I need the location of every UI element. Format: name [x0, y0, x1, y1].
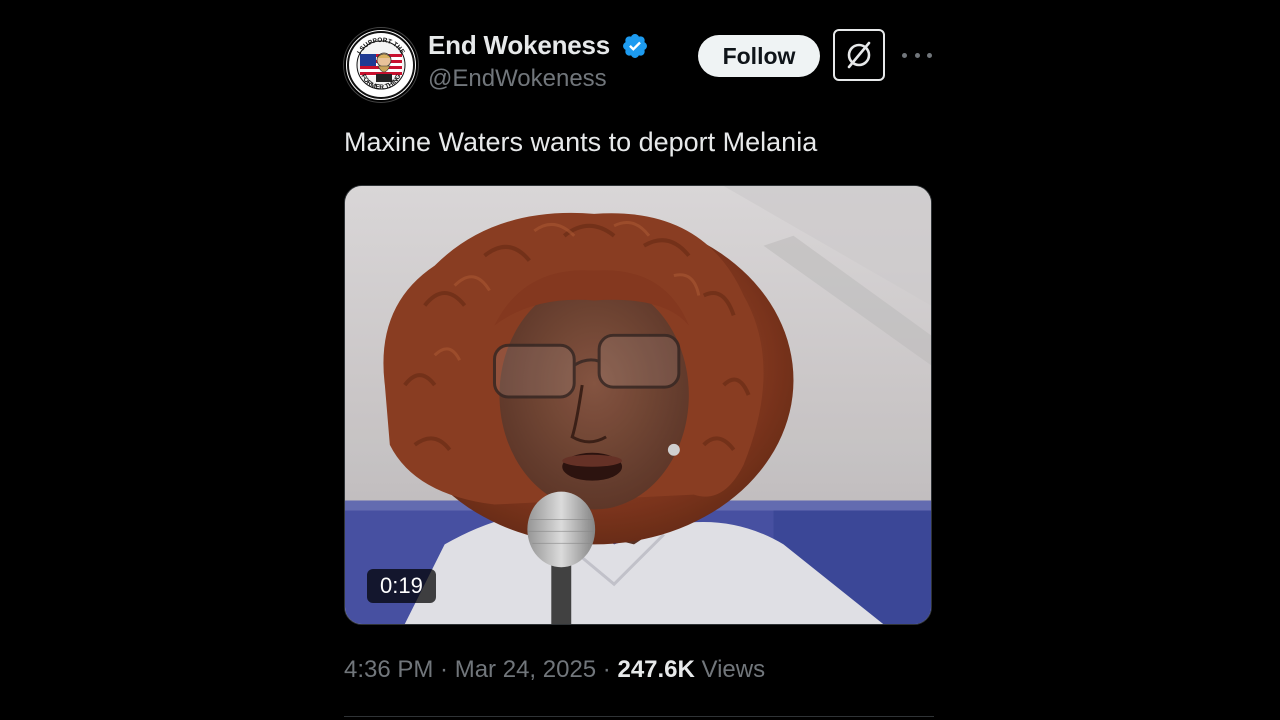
grok-slash-circle-icon [847, 41, 871, 69]
divider [344, 716, 934, 717]
grok-button[interactable] [833, 29, 885, 81]
author-name-block: End Wokeness @EndWokeness [428, 30, 649, 93]
tweet: I SUPPORT THE FORMER THING End Wokeness … [344, 28, 934, 720]
tweet-date[interactable]: Mar 24, 2025 [455, 656, 596, 683]
video-player[interactable]: 0:19 [344, 185, 932, 625]
ellipsis-dot [914, 52, 920, 58]
tweet-text: Maxine Waters wants to deport Melania [344, 127, 818, 157]
author-handle[interactable]: @EndWokeness [428, 65, 649, 93]
author-avatar[interactable]: I SUPPORT THE FORMER THING [344, 28, 418, 102]
meta-separator: · [596, 656, 618, 683]
video-duration-badge: 0:19 [367, 569, 436, 603]
ellipsis-icon [902, 52, 907, 58]
ellipsis-dot [927, 52, 932, 58]
video-thumbnail [345, 186, 931, 624]
meta-separator: · [433, 656, 455, 683]
more-options-button[interactable] [902, 44, 932, 66]
author-display-name[interactable]: End Wokeness [428, 30, 610, 61]
follow-button[interactable]: Follow [698, 35, 820, 77]
tweet-time[interactable]: 4:36 PM [344, 656, 433, 683]
tweet-meta: 4:36 PM · Mar 24, 2025 · 247.6K Views [344, 656, 765, 684]
verified-badge-icon [622, 33, 647, 58]
views-label: Views [694, 656, 766, 683]
views-count: 247.6K [617, 656, 695, 683]
avatar-image: I SUPPORT THE FORMER THING [347, 31, 415, 99]
